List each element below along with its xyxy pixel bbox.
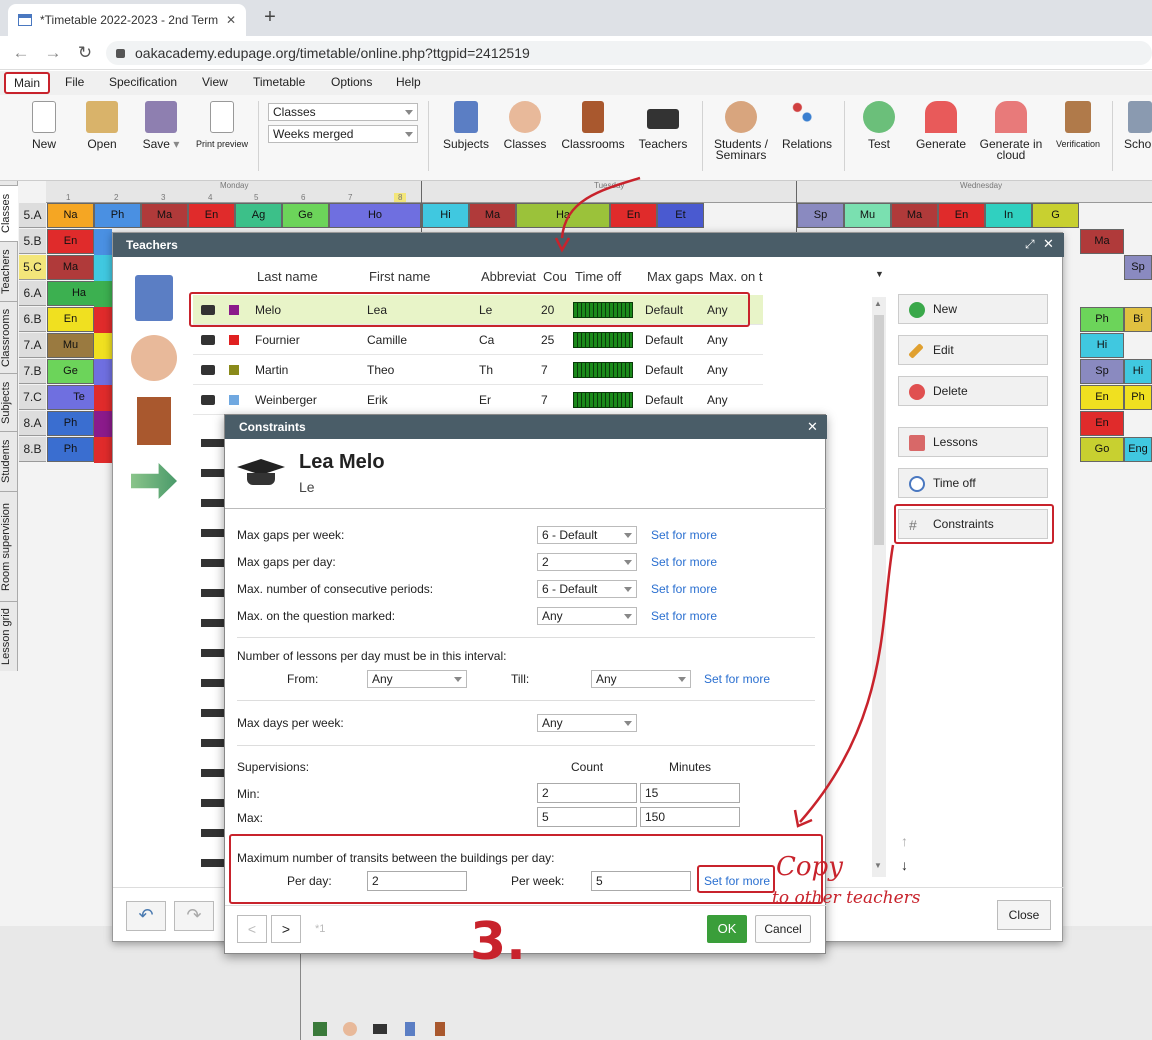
annotation-step-number: 3. xyxy=(470,912,526,972)
annotation-other-teachers: to other teachers xyxy=(772,888,921,908)
annotation-copy: Copy xyxy=(776,852,843,882)
annotation-arrows xyxy=(554,176,895,828)
arrow-to-teachers xyxy=(560,176,641,239)
arrowhead xyxy=(554,237,571,253)
arrow-to-transits xyxy=(799,544,895,823)
